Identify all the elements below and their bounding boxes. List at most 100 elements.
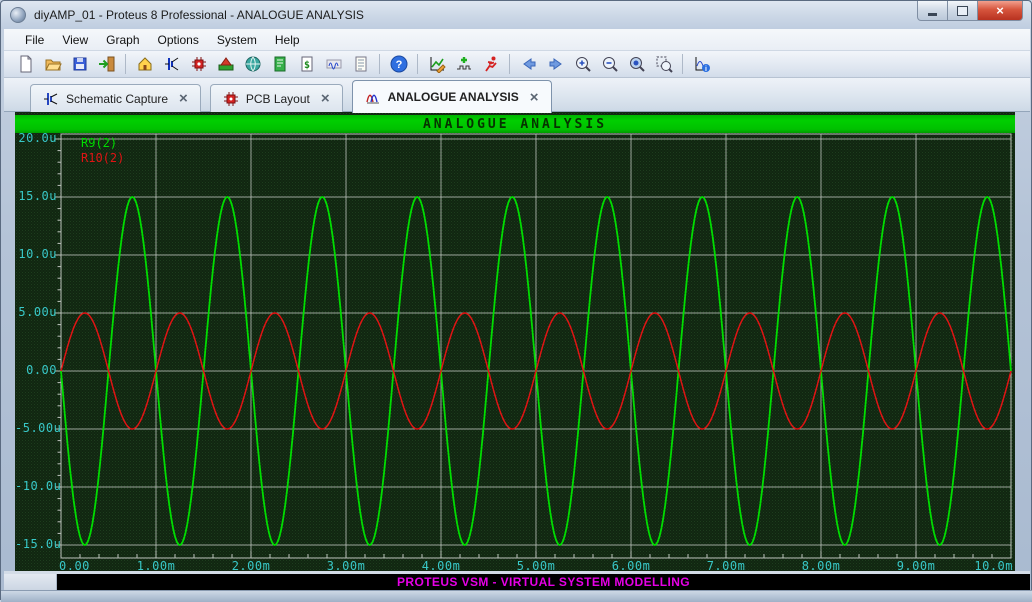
tab-schematic-capture[interactable]: Schematic Capture × — [30, 84, 201, 112]
edit-graph-icon — [428, 55, 446, 73]
zoom-to-fit-button[interactable] — [624, 52, 649, 76]
proteus-window: { "window": { "title": "diyAMP_01 - Prot… — [0, 0, 1032, 600]
pan-right-icon — [547, 55, 565, 73]
graph-info-icon: i — [693, 55, 711, 73]
graph-title-bar: ANALOGUE ANALYSIS — [15, 115, 1015, 133]
help-icon: ? — [390, 55, 408, 73]
close-project-button[interactable] — [94, 52, 119, 76]
design-explorer-button[interactable] — [267, 52, 292, 76]
y-tick-label: 20.0u — [15, 131, 57, 145]
tab-strip: Schematic Capture × PCB Layout × ANALOGU… — [4, 78, 1030, 112]
new-project-icon — [17, 55, 35, 73]
design-explorer-icon — [271, 55, 289, 73]
tab-label: Schematic Capture — [66, 92, 168, 106]
add-trace-icon — [455, 55, 473, 73]
pcb-layout-button[interactable] — [186, 52, 211, 76]
zoom-out-button[interactable] — [597, 52, 622, 76]
pan-right-button[interactable] — [543, 52, 568, 76]
zoom-area-button[interactable] — [651, 52, 676, 76]
svg-text:?: ? — [395, 59, 402, 71]
tab-label: PCB Layout — [246, 92, 310, 106]
y-tick-label: -15.0u — [15, 537, 57, 551]
gerber-viewer-icon — [244, 55, 262, 73]
menu-system[interactable]: System — [208, 31, 266, 49]
tab-pcb-layout[interactable]: PCB Layout × — [210, 84, 343, 112]
tab-close-icon[interactable]: × — [179, 91, 188, 106]
simulator-doc-button[interactable] — [321, 52, 346, 76]
menu-file[interactable]: File — [16, 31, 53, 49]
schematic-capture-icon — [163, 55, 181, 73]
bill-of-materials-button[interactable]: $ — [294, 52, 319, 76]
y-tick-label: 10.0u — [15, 247, 57, 261]
svg-text:i: i — [705, 66, 707, 73]
menu-view[interactable]: View — [53, 31, 97, 49]
home-button[interactable] — [132, 52, 157, 76]
legend-entry: R10(2) — [81, 151, 124, 166]
home-icon — [136, 55, 154, 73]
restore-button[interactable] — [948, 1, 978, 21]
minimize-button[interactable] — [917, 1, 948, 21]
menu-graph[interactable]: Graph — [97, 31, 148, 49]
zoom-in-icon — [574, 55, 592, 73]
close-button[interactable]: × — [978, 1, 1023, 21]
status-grip — [4, 574, 57, 590]
tab-analogue-analysis[interactable]: ANALOGUE ANALYSIS × — [352, 80, 552, 113]
menu-options[interactable]: Options — [149, 31, 208, 49]
zoom-area-icon — [655, 55, 673, 73]
zoom-out-icon — [601, 55, 619, 73]
menu-help[interactable]: Help — [266, 31, 309, 49]
pan-left-icon — [520, 55, 538, 73]
toolbar-separator — [682, 54, 683, 74]
close-icon: × — [996, 4, 1004, 17]
toolbar-separator — [417, 54, 418, 74]
menu-bar: File View Graph Options System Help — [4, 29, 1030, 51]
bill-of-materials-icon: $ — [298, 55, 316, 73]
tab-close-icon[interactable]: × — [530, 90, 539, 105]
3d-visualizer-button[interactable] — [213, 52, 238, 76]
save-project-icon — [71, 55, 89, 73]
y-tick-label: 0.00 — [15, 363, 57, 377]
restore-icon — [957, 6, 968, 16]
window-controls: × — [917, 1, 1023, 21]
add-trace-button[interactable] — [451, 52, 476, 76]
graph-title: ANALOGUE ANALYSIS — [423, 117, 607, 132]
title-bar[interactable]: diyAMP_01 - Proteus 8 Professional - ANA… — [1, 1, 1031, 29]
toolbar-separator — [125, 54, 126, 74]
gerber-viewer-button[interactable] — [240, 52, 265, 76]
save-project-button[interactable] — [67, 52, 92, 76]
3d-visualizer-icon — [217, 55, 235, 73]
pan-left-button[interactable] — [516, 52, 541, 76]
edit-graph-button[interactable] — [424, 52, 449, 76]
help-button[interactable]: ? — [386, 52, 411, 76]
schematic-capture-icon — [43, 91, 59, 107]
schematic-capture-button[interactable] — [159, 52, 184, 76]
graph-info-button[interactable]: i — [689, 52, 714, 76]
plot-area[interactable] — [15, 112, 1015, 571]
analogue-graph-icon — [365, 89, 381, 105]
window-bottom-border — [1, 590, 1032, 602]
legend-entry: R9(2) — [81, 136, 124, 151]
svg-text:$: $ — [303, 60, 309, 71]
rerun-simulation-button[interactable] — [478, 52, 503, 76]
legend: R9(2)R10(2) — [81, 136, 124, 166]
tab-close-icon[interactable]: × — [321, 91, 330, 106]
window-title: diyAMP_01 - Proteus 8 Professional - ANA… — [34, 8, 364, 22]
toolbar: $ ? i — [4, 51, 1030, 78]
pcb-layout-icon — [190, 55, 208, 73]
app-icon — [10, 7, 26, 23]
design-notes-icon — [352, 55, 370, 73]
rerun-simulation-icon — [482, 55, 500, 73]
design-notes-button[interactable] — [348, 52, 373, 76]
status-bar: PROTEUS VSM - VIRTUAL SYSTEM MODELLING — [57, 574, 1030, 590]
new-project-button[interactable] — [13, 52, 38, 76]
y-tick-label: 15.0u — [15, 189, 57, 203]
zoom-in-button[interactable] — [570, 52, 595, 76]
y-tick-label: -5.00u — [15, 421, 57, 435]
open-project-button[interactable] — [40, 52, 65, 76]
pcb-layout-icon — [223, 91, 239, 107]
toolbar-separator — [509, 54, 510, 74]
toolbar-separator — [379, 54, 380, 74]
analogue-analysis-graph[interactable]: ANALOGUE ANALYSIS 20.0u15.0u10.0u5.00u0.… — [15, 112, 1015, 571]
open-project-icon — [44, 55, 62, 73]
y-tick-label: -10.0u — [15, 479, 57, 493]
